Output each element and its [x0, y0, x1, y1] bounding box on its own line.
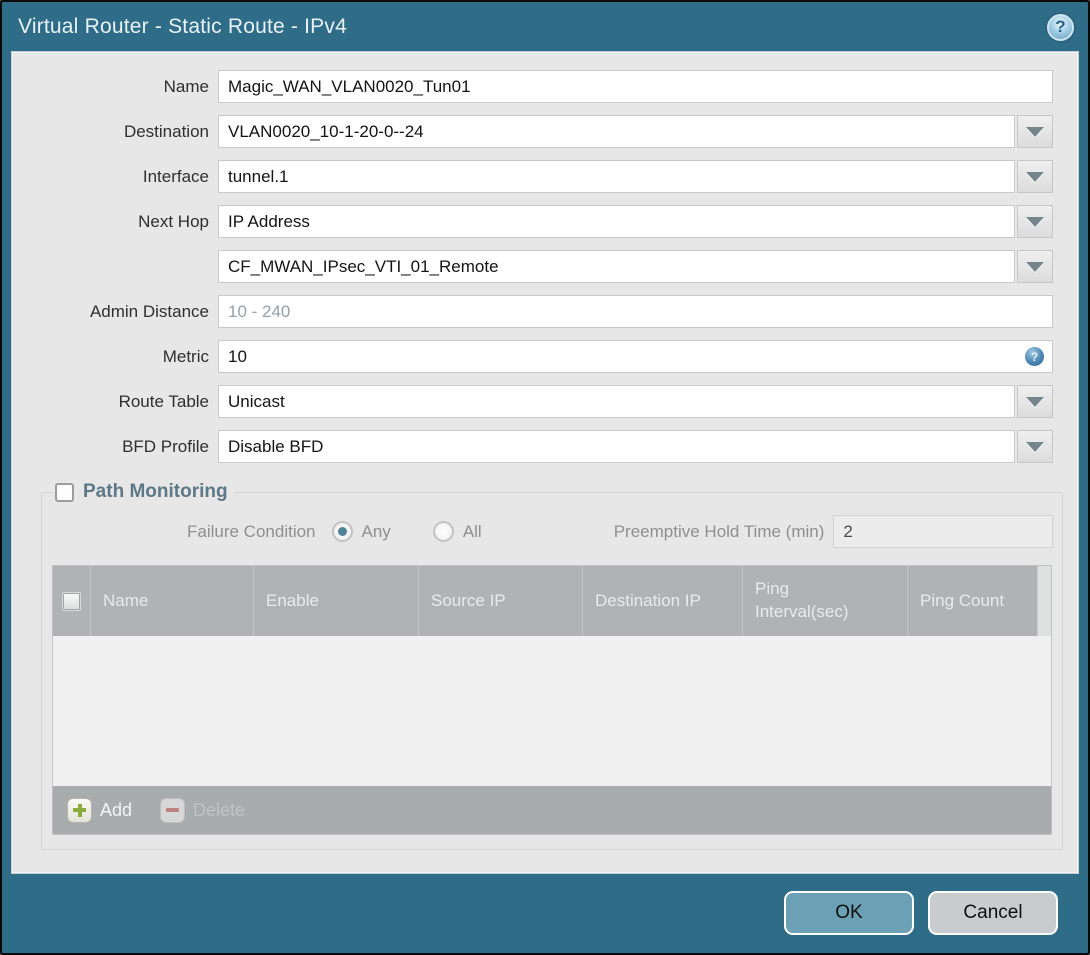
table-toolbar: Add Delete — [53, 786, 1052, 834]
minus-icon — [160, 797, 186, 823]
admin-distance-row: Admin Distance — [13, 295, 1065, 328]
help-icon[interactable]: ? — [1047, 13, 1074, 41]
path-monitoring-section: Path Monitoring Failure Condition Any Al… — [41, 481, 1064, 850]
interface-dropdown-button[interactable] — [1017, 160, 1053, 193]
failure-condition-any-radio[interactable] — [331, 521, 353, 542]
next-hop-type-dropdown-button[interactable] — [1017, 205, 1053, 238]
name-label: Name — [163, 76, 209, 96]
bfd-profile-row: BFD Profile — [13, 430, 1065, 463]
table-header: Name Enable Source IP Destination IP Pin… — [53, 566, 1052, 636]
metric-help-icon[interactable]: ? — [1025, 347, 1044, 366]
bfd-profile-dropdown-button[interactable] — [1017, 430, 1053, 463]
destination-dropdown-button[interactable] — [1017, 115, 1053, 148]
failure-condition-all-label[interactable]: All — [463, 522, 482, 542]
chevron-down-icon — [1026, 261, 1044, 272]
dialog-title: Virtual Router - Static Route - IPv4 — [18, 15, 347, 38]
next-hop-row: Next Hop — [13, 205, 1065, 238]
next-hop-label: Next Hop — [138, 211, 209, 231]
chevron-down-icon — [1026, 441, 1044, 452]
route-table-label: Route Table — [118, 391, 209, 411]
next-hop-address-row — [13, 250, 1065, 283]
path-monitoring-checkbox[interactable] — [55, 482, 74, 502]
failure-condition-label: Failure Condition — [187, 521, 316, 541]
destination-input[interactable] — [218, 115, 1015, 148]
next-hop-type-input[interactable] — [218, 205, 1015, 238]
ok-button[interactable]: OK — [784, 891, 914, 935]
path-monitoring-legend: Path Monitoring — [53, 481, 235, 503]
failure-condition-row: Failure Condition Any All Preemptive Hol… — [51, 515, 1054, 548]
static-route-dialog: Virtual Router - Static Route - IPv4 ? N… — [0, 0, 1090, 955]
interface-input[interactable] — [218, 160, 1015, 193]
next-hop-address-input[interactable] — [218, 250, 1015, 283]
interface-row: Interface — [13, 160, 1065, 193]
path-monitoring-title: Path Monitoring — [83, 481, 228, 502]
metric-label: Metric — [162, 346, 209, 366]
path-monitoring-table: Name Enable Source IP Destination IP Pin… — [52, 565, 1053, 835]
name-input[interactable] — [218, 70, 1053, 103]
metric-row: Metric ? — [13, 340, 1065, 373]
admin-distance-input[interactable] — [218, 295, 1053, 328]
column-header-source-ip: Source IP — [418, 566, 582, 636]
column-header-name: Name — [90, 566, 253, 636]
admin-distance-label: Admin Distance — [89, 301, 209, 321]
chevron-down-icon — [1026, 171, 1044, 182]
column-header-enable: Enable — [253, 566, 418, 636]
preemptive-hold-time-label: Preemptive Hold Time (min) — [613, 521, 825, 541]
chevron-down-icon — [1026, 126, 1044, 137]
route-table-input[interactable] — [218, 385, 1015, 418]
plus-icon — [67, 797, 92, 823]
column-header-ping-count: Ping Count — [907, 566, 1037, 636]
bfd-profile-input[interactable] — [218, 430, 1015, 463]
next-hop-address-dropdown-button[interactable] — [1017, 250, 1053, 283]
destination-row: Destination — [13, 115, 1065, 148]
failure-condition-any-label[interactable]: Any — [362, 522, 391, 542]
metric-input[interactable] — [218, 340, 1053, 373]
add-button[interactable]: Add — [67, 797, 132, 823]
route-table-row: Route Table — [13, 385, 1065, 418]
dialog-footer: OK Cancel — [2, 873, 1088, 953]
interface-label: Interface — [142, 166, 209, 186]
name-row: Name — [13, 70, 1065, 103]
column-header-ping-interval: Ping Interval(sec) — [742, 566, 907, 636]
table-body-empty — [53, 636, 1052, 786]
cancel-button[interactable]: Cancel — [928, 891, 1058, 935]
chevron-down-icon — [1026, 396, 1044, 407]
column-header-destination-ip: Destination IP — [582, 566, 742, 636]
bfd-profile-label: BFD Profile — [122, 436, 209, 456]
select-all-checkbox[interactable] — [62, 591, 81, 611]
failure-condition-all-radio[interactable] — [432, 521, 454, 542]
destination-label: Destination — [123, 121, 209, 141]
dialog-body: Name Destination Interface — [11, 51, 1079, 874]
preemptive-hold-time-input[interactable] — [833, 515, 1054, 548]
delete-button[interactable]: Delete — [160, 797, 245, 823]
table-header-checkbox-cell — [53, 566, 90, 636]
chevron-down-icon — [1026, 216, 1044, 227]
route-table-dropdown-button[interactable] — [1017, 385, 1053, 418]
table-scrollbar-track[interactable] — [1037, 566, 1052, 636]
dialog-titlebar: Virtual Router - Static Route - IPv4 ? — [2, 2, 1088, 52]
